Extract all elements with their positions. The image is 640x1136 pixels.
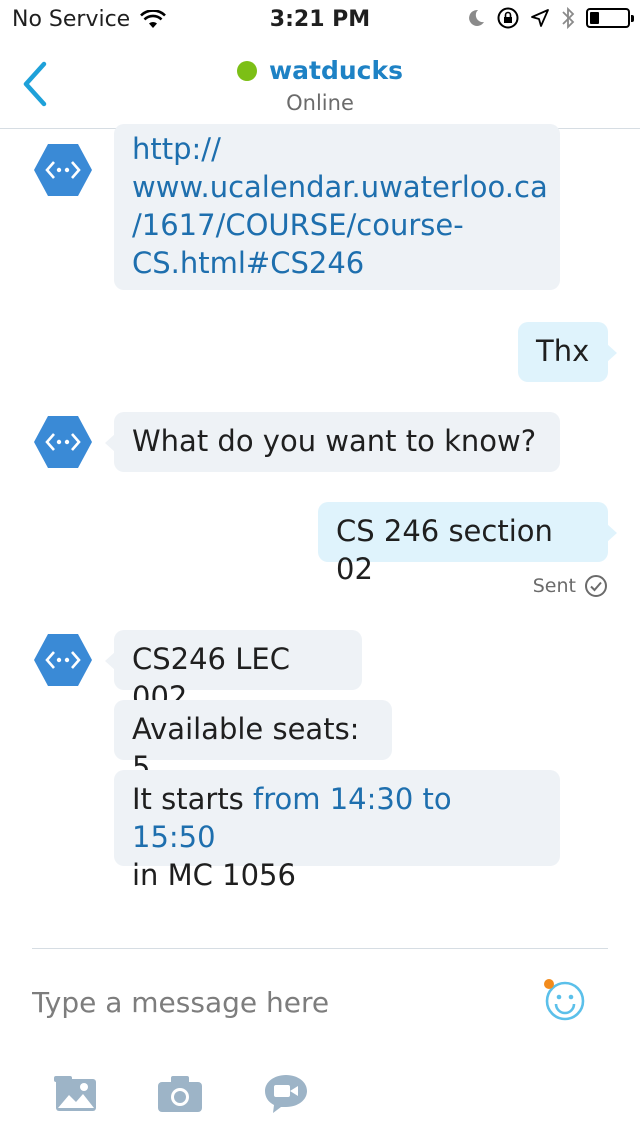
- message-input[interactable]: [32, 980, 512, 1024]
- check-circle-icon: [585, 575, 607, 597]
- video-message-icon[interactable]: [262, 1072, 310, 1116]
- link-line[interactable]: CS.html#CS246: [132, 244, 542, 282]
- link-line[interactable]: http://: [132, 130, 542, 168]
- battery-level: [590, 12, 599, 24]
- chat-header: watducks Online: [0, 40, 640, 129]
- message-bubble-received: It starts from 14:30 to 15:50 in MC 1056: [114, 770, 560, 892]
- camera-icon[interactable]: [156, 1072, 204, 1116]
- message-line: in MC 1056: [132, 858, 296, 892]
- contact-info[interactable]: watducks Online: [0, 56, 640, 115]
- photo-icon[interactable]: [52, 1072, 100, 1116]
- presence-dot: [237, 60, 258, 81]
- status-bar: No Service 3:21 PM: [0, 0, 640, 40]
- message-bubble-sent: Thx: [518, 322, 617, 382]
- message-bubble-received: CS246 LEC 002: [105, 630, 362, 714]
- status-right: [466, 6, 634, 30]
- contact-name-row: watducks: [237, 56, 403, 85]
- contact-status: Online: [286, 91, 354, 115]
- message-bubble-sent: CS 246 section 02: [318, 502, 617, 586]
- message-line: It starts from 14:30 to 15:50: [132, 780, 542, 856]
- sent-status: Sent: [533, 574, 608, 598]
- message-bubble-received: Available seats: 5: [114, 700, 392, 784]
- composer-divider: [32, 948, 608, 949]
- battery-icon: [586, 8, 634, 28]
- bot-avatar-icon[interactable]: [32, 414, 94, 470]
- message-text: It starts: [132, 782, 254, 816]
- message-bubble-link: http:// www.ucalendar.uwaterloo.ca /1617…: [114, 124, 560, 290]
- bot-avatar-icon[interactable]: [32, 142, 94, 198]
- contact-name: watducks: [269, 56, 403, 85]
- location-arrow-icon: [531, 9, 549, 27]
- bluetooth-icon: [562, 6, 575, 30]
- bot-avatar-icon[interactable]: [32, 632, 94, 688]
- emoji-icon[interactable]: [540, 976, 588, 1024]
- link-line[interactable]: www.ucalendar.uwaterloo.ca: [132, 168, 548, 206]
- rotation-lock-icon: [497, 7, 519, 29]
- message-bubble-received: What do you want to know?: [105, 412, 560, 472]
- sent-label: Sent: [532, 575, 576, 597]
- moon-icon: [469, 9, 484, 26]
- link-line[interactable]: /1617/COURSE/course-: [132, 206, 542, 244]
